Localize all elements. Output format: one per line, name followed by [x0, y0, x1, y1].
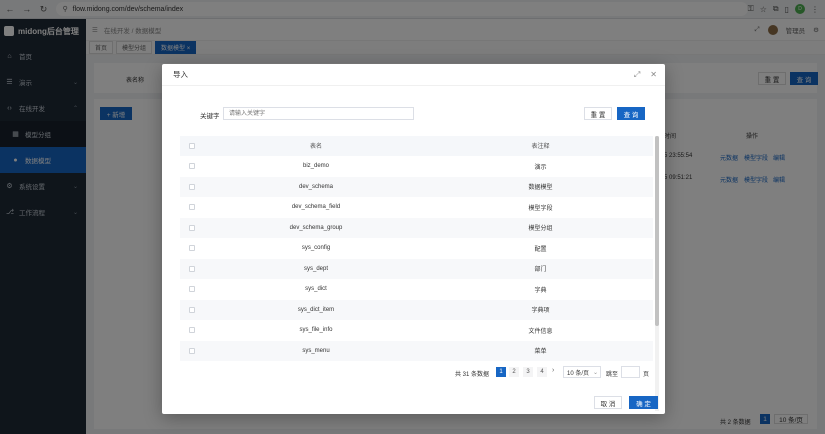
table-row[interactable]: sys_config 配置 — [180, 239, 653, 259]
goto-page-input[interactable] — [621, 366, 640, 378]
table-name: sys_file_info — [299, 327, 333, 334]
table-comment: 字典 — [534, 287, 547, 294]
row-checkbox[interactable] — [189, 265, 195, 272]
table-row[interactable]: sys_dict_item 字典项 — [180, 300, 653, 321]
table-name: sys_config — [301, 245, 331, 252]
page-size-select[interactable]: 10 条/页 ⌄ — [563, 366, 601, 378]
dialog-title: 导入 — [173, 70, 188, 79]
col-header-comment: 表注释 — [531, 144, 550, 151]
table-comment: 数据模型 — [528, 185, 553, 192]
next-page-icon[interactable]: › — [552, 367, 554, 374]
row-checkbox[interactable] — [189, 224, 195, 231]
table-name: sys_dict — [305, 286, 327, 293]
table-comment: 字典项 — [531, 308, 550, 315]
page-3-button[interactable]: 3 — [523, 367, 533, 377]
table-row[interactable]: sys_dept 部门 — [180, 259, 653, 280]
row-checkbox[interactable] — [189, 347, 195, 354]
page-1-button[interactable]: 1 — [496, 367, 506, 377]
table-name: dev_schema_group — [289, 224, 343, 231]
table-comment: 部门 — [534, 267, 547, 274]
cancel-button[interactable]: 取 消 — [594, 396, 622, 409]
table-comment: 模型分组 — [528, 226, 553, 233]
table-row[interactable]: dev_schema_field 模型字段 — [180, 198, 653, 218]
select-all-checkbox[interactable] — [189, 142, 195, 149]
chevron-down-icon: ⌄ — [592, 369, 598, 376]
dialog-reset-button[interactable]: 重 置 — [584, 107, 612, 120]
keyword-label: 关键字 — [200, 113, 220, 120]
table-comment: 文件信息 — [528, 328, 553, 335]
row-checkbox[interactable] — [189, 204, 195, 211]
table-row[interactable]: sys_menu 菜单 — [180, 341, 653, 362]
table-row[interactable]: dev_schema_group 模型分组 — [180, 218, 653, 239]
row-checkbox[interactable] — [189, 163, 195, 170]
keyword-input[interactable] — [223, 107, 414, 120]
dialog-query-button[interactable]: 查 询 — [617, 107, 645, 120]
row-checkbox[interactable] — [189, 183, 195, 190]
row-checkbox[interactable] — [189, 306, 195, 313]
goto-label: 跳至 — [606, 372, 619, 378]
row-checkbox[interactable] — [189, 245, 195, 252]
table-row[interactable]: sys_file_info 文件信息 — [180, 321, 653, 341]
ok-button[interactable]: 确 定 — [629, 396, 658, 409]
row-checkbox[interactable] — [189, 286, 195, 293]
import-dialog: 导入 ⤢ ✕ 关键字 重 置 查 询 表名 表注释 biz_demo 演示 de… — [162, 64, 665, 414]
table-name: biz_demo — [302, 163, 329, 170]
table-comment: 模型字段 — [528, 205, 553, 212]
dialog-search-form: 关键字 重 置 查 询 — [162, 107, 665, 121]
table-comment: 演示 — [534, 164, 547, 171]
page-4-button[interactable]: 4 — [537, 367, 547, 377]
table-name: sys_menu — [302, 347, 330, 354]
table-list: 表名 表注释 biz_demo 演示 dev_schema 数据模型 dev_s… — [180, 136, 653, 362]
dialog-header: 导入 ⤢ ✕ — [162, 64, 665, 86]
table-header: 表名 表注释 — [180, 136, 653, 157]
close-icon[interactable]: ✕ — [650, 70, 657, 80]
table-comment: 菜单 — [534, 349, 547, 356]
col-header-name: 表名 — [309, 144, 322, 151]
table-comment: 配置 — [534, 246, 547, 253]
page-size-value: 10 条/页 — [567, 370, 590, 377]
table-row[interactable]: biz_demo 演示 — [180, 157, 653, 177]
maximize-icon[interactable]: ⤢ — [634, 70, 640, 80]
row-checkbox[interactable] — [189, 327, 195, 334]
pagination-total: 共 31 条数据 — [455, 372, 490, 378]
pagination: 共 31 条数据 1 2 3 4 › 10 条/页 ⌄ 跳至 页 — [162, 366, 665, 378]
scrollbar-thumb[interactable] — [655, 136, 659, 326]
table-name: sys_dept — [303, 265, 328, 272]
table-name: dev_schema_field — [291, 204, 341, 211]
page-suffix-label: 页 — [643, 372, 650, 378]
table-row[interactable]: dev_schema 数据模型 — [180, 177, 653, 198]
table-row[interactable]: sys_dict 字典 — [180, 280, 653, 300]
page-2-button[interactable]: 2 — [509, 367, 519, 377]
table-name: dev_schema — [298, 183, 334, 190]
table-name: sys_dict_item — [297, 306, 335, 313]
